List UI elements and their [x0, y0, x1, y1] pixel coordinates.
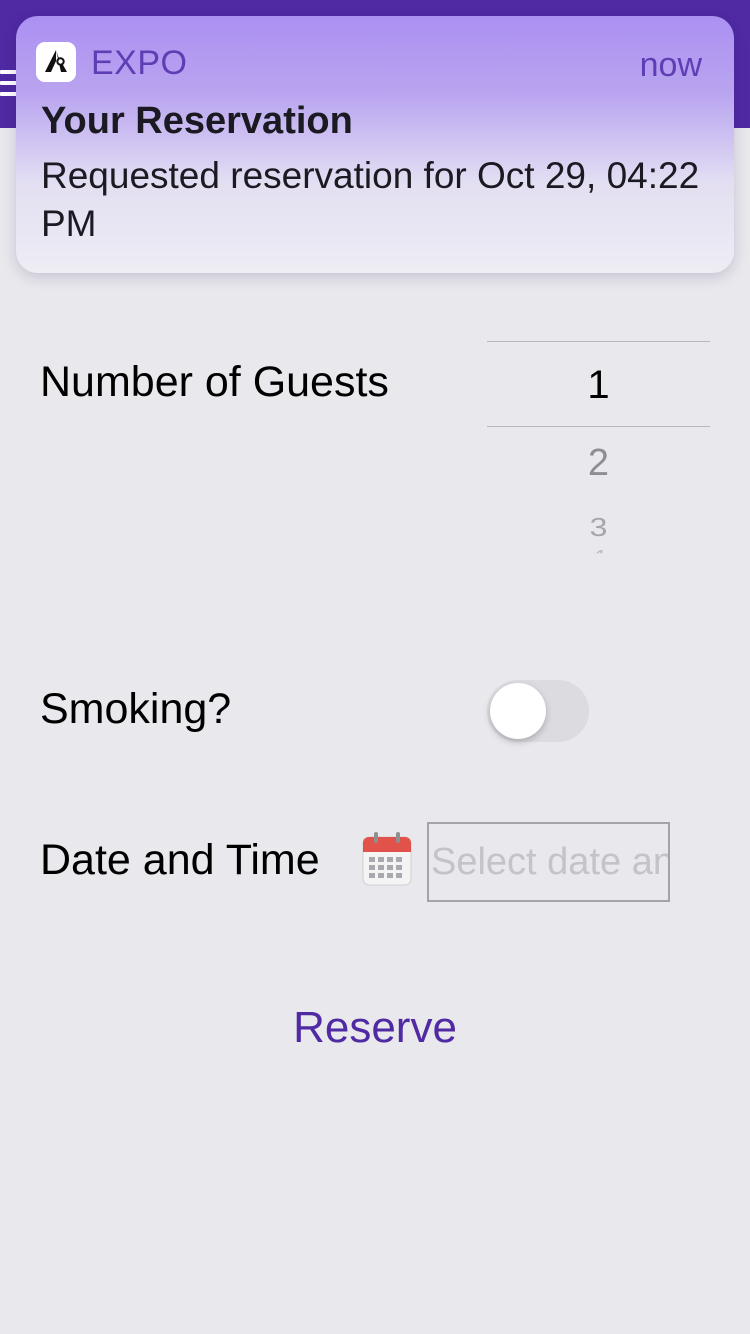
picker-option-selected[interactable]: 1 [487, 363, 710, 408]
picker-top-divider [487, 341, 710, 342]
notification-body: Requested reservation for Oct 29, 04:22 … [41, 155, 700, 244]
picker-option[interactable]: 2 [487, 442, 710, 485]
datetime-label: Date and Time [40, 836, 320, 884]
picker-option[interactable]: 4 [487, 547, 710, 554]
toggle-knob [490, 683, 546, 739]
smoking-label: Smoking? [40, 685, 232, 733]
picker-bottom-divider [487, 426, 710, 427]
notification-time: now [639, 46, 702, 84]
reserve-button[interactable]: Reserve [225, 998, 525, 1058]
guests-picker[interactable]: 1 2 3 4 [487, 341, 710, 571]
smoking-toggle[interactable] [487, 680, 589, 742]
expo-app-icon [36, 42, 76, 82]
notification-title: Your Reservation [41, 100, 353, 142]
datetime-input[interactable] [427, 822, 670, 902]
guests-label: Number of Guests [40, 358, 389, 406]
app-screen: EXPO now Your Reservation Requested rese… [0, 0, 750, 1334]
calendar-icon[interactable] [362, 832, 412, 886]
notification-app-name: EXPO [91, 44, 188, 82]
notification-banner[interactable]: EXPO now Your Reservation Requested rese… [16, 16, 734, 273]
picker-option[interactable]: 3 [487, 513, 710, 543]
